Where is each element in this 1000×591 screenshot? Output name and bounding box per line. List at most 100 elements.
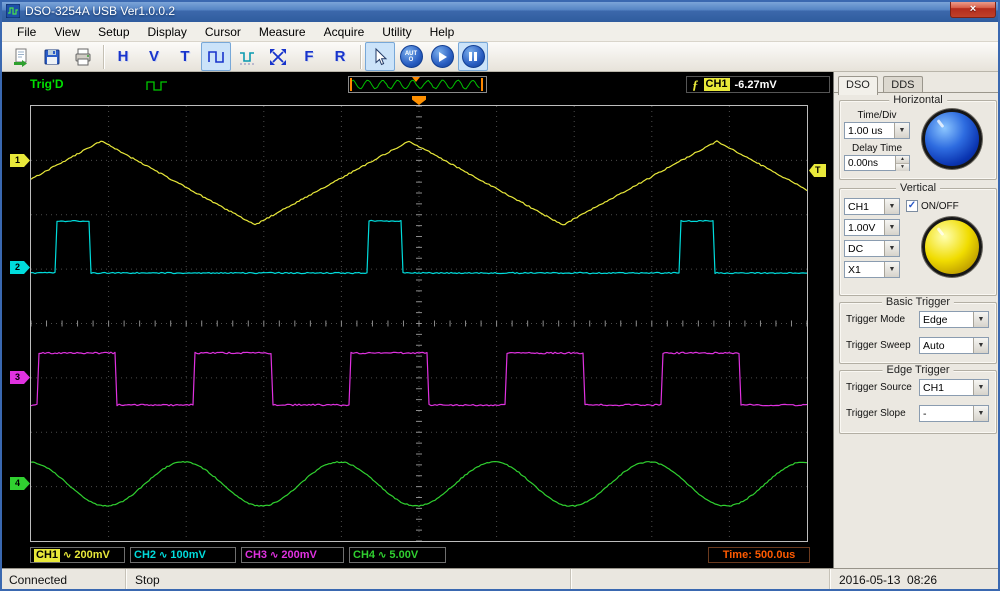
delay-time-spinner[interactable]: 0.00ns ▲ ▼ — [844, 155, 910, 171]
fft-button[interactable]: F — [294, 42, 324, 71]
spinner-up-icon[interactable]: ▲ — [896, 156, 909, 164]
channel4-readout: CH4 ∿ 5.00V — [349, 547, 446, 563]
pause-icon — [462, 45, 485, 68]
coupling-select[interactable]: DC ▼ — [844, 240, 900, 257]
trigger-button[interactable]: T — [170, 42, 200, 71]
horizontal-knob[interactable] — [922, 109, 982, 169]
channel1-marker[interactable]: 1 — [10, 154, 30, 167]
menu-acquire[interactable]: Acquire — [315, 23, 374, 41]
scope-area: Trig'D ƒ CH1 -6.27mV 1 2 3 4 T CH1 ∿ 200… — [0, 72, 833, 568]
timediv-value: 1.00 us — [845, 125, 894, 137]
channel-select[interactable]: CH1 ▼ — [844, 198, 900, 215]
print-button[interactable] — [68, 42, 98, 71]
timebase-value: Time: 500.0us — [723, 549, 796, 561]
trigger-source-label: Trigger Source — [846, 382, 912, 393]
tab-dso[interactable]: DSO — [838, 76, 878, 95]
channel3-label: CH3 — [245, 549, 267, 561]
xy-mode-button[interactable] — [263, 42, 293, 71]
dropdown-arrow-icon: ▼ — [884, 199, 899, 214]
status-acquisition: Stop — [126, 569, 571, 591]
trigger-source-select[interactable]: CH1 ▼ — [919, 379, 989, 396]
autoset-button[interactable]: AUTO — [396, 42, 426, 71]
trigger-sweep-label: Trigger Sweep — [846, 340, 911, 351]
vertical-button[interactable]: V — [139, 42, 169, 71]
menu-display[interactable]: Display — [139, 23, 196, 41]
trigger-symbol-icon: ƒ — [692, 78, 699, 91]
titlebar[interactable]: DSO-3254A USB Ver1.0.0.2 × — [0, 0, 1000, 22]
open-button[interactable] — [6, 42, 36, 71]
coupling-value: DC — [845, 243, 884, 255]
cursor-button[interactable] — [365, 42, 395, 71]
toolbar: H V T F R — [0, 42, 1000, 72]
trigger-mode-select[interactable]: Edge ▼ — [919, 311, 989, 328]
trigger-level-value: -6.27mV — [735, 79, 777, 91]
probe-select[interactable]: X1 ▼ — [844, 261, 900, 278]
dropdown-arrow-icon: ▼ — [884, 220, 899, 235]
window-title: DSO-3254A USB Ver1.0.0.2 — [25, 4, 175, 18]
panel-tabs: DSO DDS — [834, 72, 1000, 93]
scope-display — [30, 105, 808, 542]
delay-time-value: 0.00ns — [845, 158, 895, 169]
vertical-group-title: Vertical — [896, 182, 940, 194]
channel-select-value: CH1 — [845, 201, 884, 213]
horizontal-button[interactable]: H — [108, 42, 138, 71]
trigger-position-marker[interactable] — [412, 96, 426, 105]
channel2-scale: 100mV — [170, 549, 205, 561]
status-spacer — [571, 569, 830, 591]
trigger-slope-select[interactable]: - ▼ — [919, 405, 989, 422]
volts-div-value: 1.00V — [845, 222, 884, 234]
control-panel: DSO DDS Horizontal Time/Div 1.00 us ▼ De… — [833, 72, 1000, 568]
timediv-select[interactable]: 1.00 us ▼ — [844, 122, 910, 139]
channel2-marker[interactable]: 2 — [10, 261, 30, 274]
vertical-knob[interactable] — [922, 217, 982, 277]
channel4-scale: 5.00V — [389, 549, 418, 561]
spinner-down-icon[interactable]: ▼ — [896, 164, 909, 171]
channel3-marker[interactable]: 3 — [10, 371, 30, 384]
waveform-mode-button[interactable] — [201, 42, 231, 71]
checkbox-check-icon: ✓ — [906, 200, 918, 212]
channel4-marker[interactable]: 4 — [10, 477, 30, 490]
menu-file[interactable]: File — [8, 23, 45, 41]
play-icon — [431, 45, 454, 68]
pause-button[interactable] — [458, 42, 488, 71]
save-button[interactable] — [37, 42, 67, 71]
channel2-readout: CH2 ∿ 100mV — [130, 547, 236, 563]
menu-cursor[interactable]: Cursor — [196, 23, 250, 41]
close-button[interactable]: × — [950, 0, 996, 18]
trigger-slope-label: Trigger Slope — [846, 408, 906, 419]
status-connection: Connected — [0, 569, 126, 591]
autoset-icon: AUTO — [400, 45, 423, 68]
menu-setup[interactable]: Setup — [89, 23, 138, 41]
edge-trigger-group-title: Edge Trigger — [883, 364, 954, 376]
menu-help[interactable]: Help — [421, 23, 464, 41]
menubar: File View Setup Display Cursor Measure A… — [0, 22, 1000, 42]
run-button[interactable] — [427, 42, 457, 71]
trigger-sweep-select[interactable]: Auto ▼ — [919, 337, 989, 354]
timebase-readout: Time: 500.0us — [708, 547, 810, 563]
trigger-slope-value: - — [920, 408, 973, 420]
trigger-level-marker[interactable]: T — [809, 164, 826, 177]
waveform-plot — [31, 106, 807, 541]
channel1-coupling-icon: ∿ — [63, 550, 71, 561]
menu-utility[interactable]: Utility — [373, 23, 420, 41]
channel3-coupling-icon: ∿ — [270, 550, 278, 561]
channel2-label: CH2 — [134, 549, 156, 561]
menu-measure[interactable]: Measure — [250, 23, 315, 41]
trigger-mode-value: Edge — [920, 314, 973, 326]
timediv-label: Time/Div — [844, 110, 910, 121]
trigger-position-preview[interactable] — [348, 76, 487, 93]
basic-trigger-group-title: Basic Trigger — [882, 296, 954, 308]
waveform-ref-button[interactable] — [232, 42, 262, 71]
volts-div-select[interactable]: 1.00V ▼ — [844, 219, 900, 236]
menu-view[interactable]: View — [45, 23, 89, 41]
channel3-readout: CH3 ∿ 200mV — [241, 547, 344, 563]
dropdown-arrow-icon: ▼ — [973, 406, 988, 421]
trigger-sweep-value: Auto — [920, 340, 973, 352]
channel-onoff-checkbox[interactable]: ✓ ON/OFF — [906, 200, 959, 212]
app-icon — [6, 4, 20, 18]
dropdown-arrow-icon: ▼ — [973, 312, 988, 327]
refresh-button[interactable]: R — [325, 42, 355, 71]
dropdown-arrow-icon: ▼ — [973, 380, 988, 395]
trigger-status: Trig'D — [30, 77, 64, 91]
channel3-scale: 200mV — [281, 549, 316, 561]
